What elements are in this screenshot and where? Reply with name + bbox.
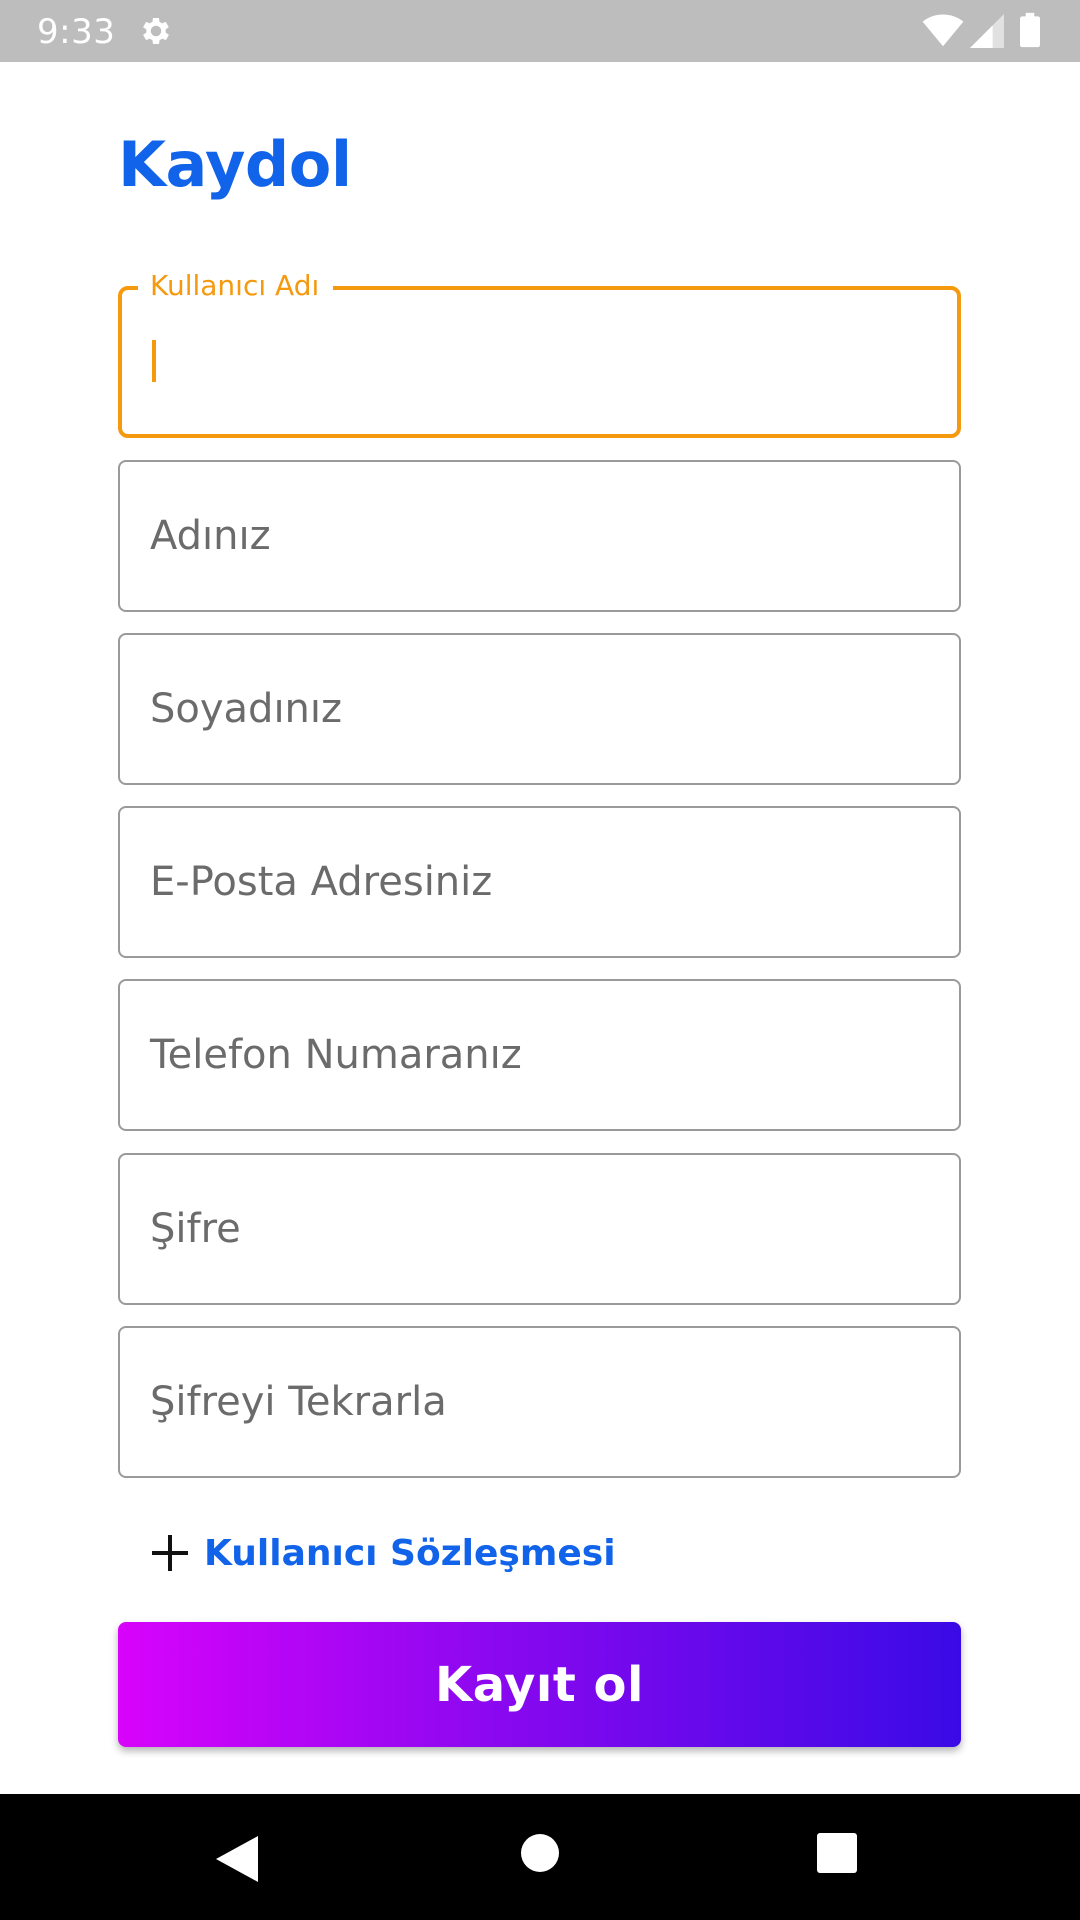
password-repeat-placeholder: Şifreyi Tekrarla xyxy=(150,1379,447,1425)
home-icon[interactable] xyxy=(520,1833,560,1873)
plus-icon[interactable] xyxy=(150,1533,190,1573)
username-field[interactable]: Kullanıcı Adı xyxy=(118,266,961,438)
text-cursor xyxy=(152,340,156,382)
wifi-icon xyxy=(922,14,964,47)
navigation-bar xyxy=(0,1794,1080,1920)
password-repeat-field[interactable]: Şifreyi Tekrarla xyxy=(118,1326,961,1478)
user-agreement-link[interactable]: Kullanıcı Sözleşmesi xyxy=(204,1533,616,1574)
back-icon[interactable] xyxy=(214,1834,260,1884)
gear-icon xyxy=(143,17,169,45)
email-field[interactable]: E-Posta Adresiniz xyxy=(118,806,961,958)
password-field[interactable]: Şifre xyxy=(118,1153,961,1305)
status-bar: 9:33 xyxy=(0,0,1080,62)
username-label: Kullanıcı Adı xyxy=(138,266,334,306)
battery-icon xyxy=(1020,12,1040,48)
register-button[interactable]: Kayıt ol xyxy=(118,1622,961,1747)
status-time: 9:33 xyxy=(37,12,116,52)
recents-icon[interactable] xyxy=(816,1832,858,1874)
page-title: Kaydol xyxy=(118,128,352,201)
cellular-signal-icon xyxy=(970,14,1004,48)
phone-placeholder: Telefon Numaranız xyxy=(150,1032,522,1078)
email-placeholder: E-Posta Adresiniz xyxy=(150,859,493,905)
first-name-field[interactable]: Adınız xyxy=(118,460,961,612)
phone-field[interactable]: Telefon Numaranız xyxy=(118,979,961,1131)
last-name-placeholder: Soyadınız xyxy=(150,686,343,732)
signup-screen: 9:33 Kaydol Kullanıcı Adı Adınız Soyadın… xyxy=(0,0,1080,1920)
user-agreement-toggle[interactable]: Kullanıcı Sözleşmesi xyxy=(150,1528,616,1578)
password-placeholder: Şifre xyxy=(150,1206,241,1252)
first-name-placeholder: Adınız xyxy=(150,513,271,559)
last-name-field[interactable]: Soyadınız xyxy=(118,633,961,785)
register-button-label: Kayıt ol xyxy=(435,1656,644,1713)
